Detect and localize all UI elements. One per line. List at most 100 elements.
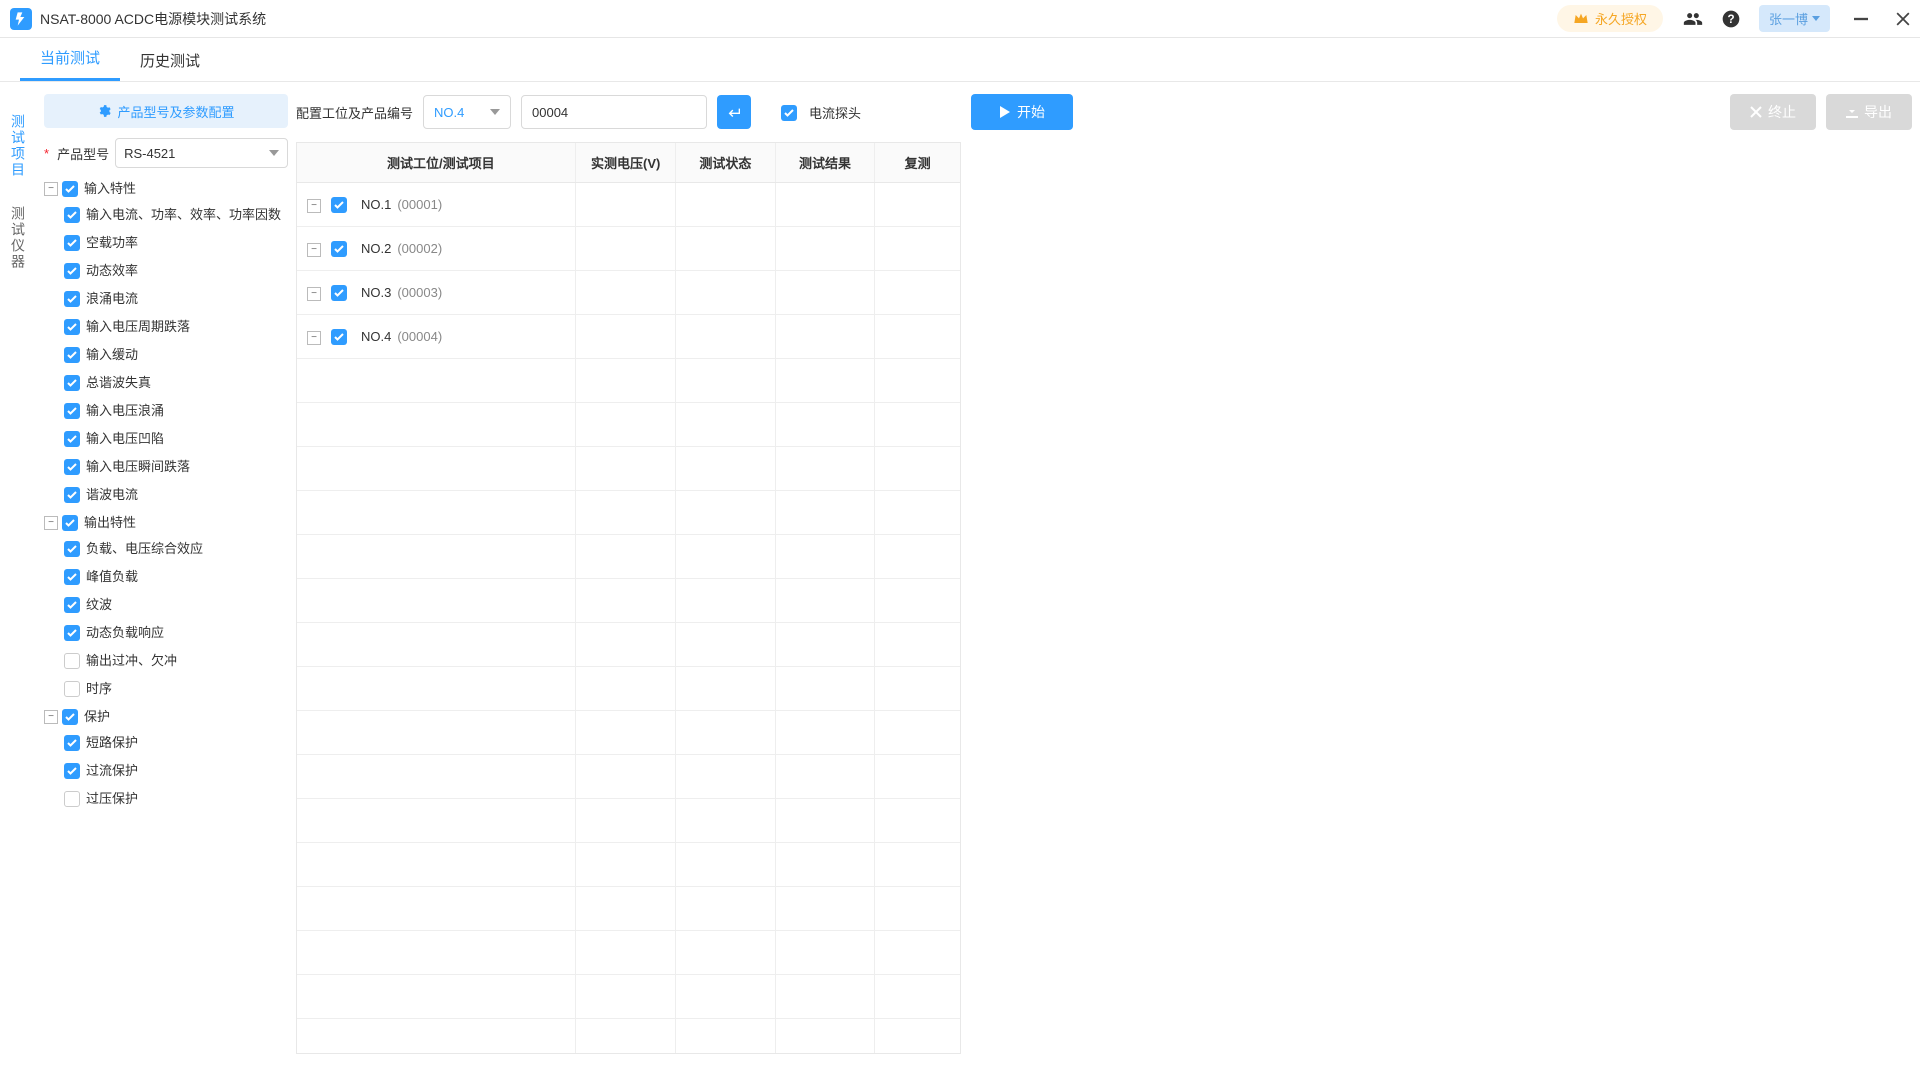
tree-checkbox[interactable]	[64, 319, 80, 335]
tree-checkbox[interactable]	[64, 347, 80, 363]
tree-item-label: 浪涌电流	[86, 290, 138, 308]
tree-checkbox[interactable]	[64, 763, 80, 779]
tree-checkbox[interactable]	[64, 207, 80, 223]
tree-item-label: 动态负载响应	[86, 624, 164, 642]
station-code: (00003)	[397, 285, 442, 300]
tree-item-label: 谐波电流	[86, 486, 138, 504]
table-row[interactable]: − NO.3 (00003)	[297, 271, 960, 315]
tree-item-label: 输出过冲、欠冲	[86, 652, 177, 670]
tree-checkbox[interactable]	[64, 263, 80, 279]
empty-row	[297, 755, 960, 799]
license-badge[interactable]: 永久授权	[1557, 5, 1663, 32]
tree-checkbox[interactable]	[331, 197, 347, 213]
minimize-button[interactable]	[1854, 12, 1868, 26]
start-button[interactable]: 开始	[971, 94, 1073, 130]
tree-checkbox[interactable]	[64, 791, 80, 807]
table-row[interactable]: − NO.1 (00001)	[297, 183, 960, 227]
tree-item-label: 输入电流、功率、效率、功率因数	[86, 206, 281, 224]
tree-item: 输出过冲、欠冲	[64, 652, 288, 670]
station-value: NO.4	[434, 105, 464, 120]
table-row[interactable]: − NO.4 (00004)	[297, 315, 960, 359]
tree-checkbox[interactable]	[62, 181, 78, 197]
station-no: NO.1	[361, 197, 391, 212]
help-icon[interactable]: ?	[1721, 9, 1741, 29]
tree-item: 动态效率	[64, 262, 288, 280]
tree-item: 浪涌电流	[64, 290, 288, 308]
table-row[interactable]: − NO.2 (00002)	[297, 227, 960, 271]
product-code-input[interactable]	[521, 95, 707, 129]
tree-checkbox[interactable]	[64, 235, 80, 251]
expand-icon[interactable]: −	[307, 199, 321, 213]
tree-checkbox[interactable]	[62, 709, 78, 725]
tree-item: 空载功率	[64, 234, 288, 252]
tree-checkbox[interactable]	[64, 487, 80, 503]
tree-item-label: 纹波	[86, 596, 112, 614]
tree-item-label: 短路保护	[86, 734, 138, 752]
tree-item: 过压保护	[64, 790, 288, 808]
tree-item-label: 输入电压浪涌	[86, 402, 164, 420]
tree-checkbox[interactable]	[64, 291, 80, 307]
close-button[interactable]	[1896, 12, 1910, 26]
start-label: 开始	[1017, 102, 1045, 122]
tab-current-test[interactable]: 当前测试	[20, 47, 120, 81]
tree-checkbox[interactable]	[64, 625, 80, 641]
tree-checkbox[interactable]	[64, 735, 80, 751]
tree-checkbox[interactable]	[64, 375, 80, 391]
expand-icon[interactable]: −	[307, 331, 321, 345]
collapse-icon[interactable]: −	[44, 516, 58, 530]
product-select[interactable]: RS-4521	[115, 138, 288, 168]
test-item-tree: − 输入特性 输入电流、功率、效率、功率因数空载功率动态效率浪涌电流输入电压周期…	[44, 180, 288, 808]
empty-row	[297, 491, 960, 535]
tree-checkbox[interactable]	[64, 403, 80, 419]
tree-checkbox[interactable]	[331, 285, 347, 301]
svg-text:?: ?	[1727, 13, 1734, 26]
side-tab-test-items[interactable]: 测试项目	[4, 100, 32, 192]
tree-checkbox[interactable]	[64, 541, 80, 557]
tree-item-label: 空载功率	[86, 234, 138, 252]
collapse-icon[interactable]: −	[44, 182, 58, 196]
tree-checkbox[interactable]	[64, 653, 80, 669]
station-select[interactable]: NO.4	[423, 95, 511, 129]
tab-history-test[interactable]: 历史测试	[120, 50, 220, 81]
tree-item: 峰值负载	[64, 568, 288, 586]
tree-group: − 保护	[44, 708, 288, 726]
tree-checkbox[interactable]	[64, 431, 80, 447]
side-tabs: 测试项目 测试仪器	[0, 82, 36, 1080]
enter-button[interactable]	[717, 95, 751, 129]
tree-item-label: 时序	[86, 680, 112, 698]
tree-item-label: 总谐波失真	[86, 374, 151, 392]
tree-checkbox[interactable]	[62, 515, 78, 531]
users-icon[interactable]	[1683, 9, 1703, 29]
tree-checkbox[interactable]	[64, 597, 80, 613]
tree-item-label: 动态效率	[86, 262, 138, 280]
tree-checkbox[interactable]	[331, 329, 347, 345]
tree-checkbox[interactable]	[331, 241, 347, 257]
tree-item: 过流保护	[64, 762, 288, 780]
product-config-button[interactable]: 产品型号及参数配置	[44, 94, 288, 128]
expand-icon[interactable]: −	[307, 243, 321, 257]
nav-tabs: 当前测试 历史测试	[0, 38, 1920, 82]
window-title: NSAT-8000 ACDC电源模块测试系统	[40, 9, 266, 29]
side-tab-instruments[interactable]: 测试仪器	[4, 192, 32, 284]
tree-checkbox[interactable]	[64, 459, 80, 475]
license-text: 永久授权	[1595, 9, 1647, 28]
current-probe-checkbox[interactable]	[781, 105, 797, 121]
tree-checkbox[interactable]	[64, 681, 80, 697]
station-code: (00001)	[397, 197, 442, 212]
tree-group: − 输入特性	[44, 180, 288, 198]
station-code: (00002)	[397, 241, 442, 256]
expand-icon[interactable]: −	[307, 287, 321, 301]
collapse-icon[interactable]: −	[44, 710, 58, 724]
tree-item-label: 峰值负载	[86, 568, 138, 586]
tree-item: 短路保护	[64, 734, 288, 752]
empty-row	[297, 535, 960, 579]
tree-group-label: 保护	[84, 708, 110, 726]
tree-checkbox[interactable]	[64, 569, 80, 585]
station-code: (00004)	[397, 329, 442, 344]
tree-item-label: 输入电压瞬间跌落	[86, 458, 190, 476]
col-station-item: 测试工位/测试项目	[297, 143, 576, 182]
tree-item: 输入电压瞬间跌落	[64, 458, 288, 476]
tree-item: 输入电流、功率、效率、功率因数	[64, 206, 288, 224]
empty-row	[297, 1019, 960, 1053]
user-badge[interactable]: 张一博	[1759, 5, 1830, 32]
